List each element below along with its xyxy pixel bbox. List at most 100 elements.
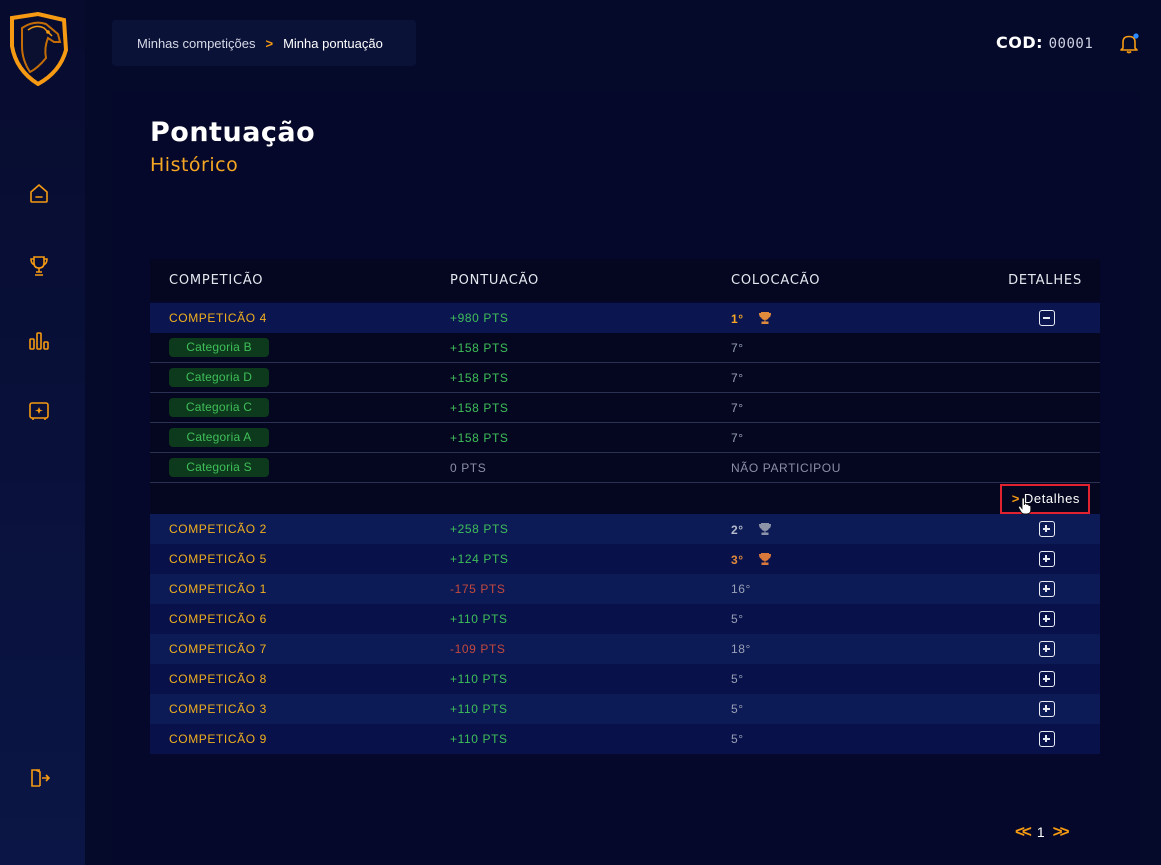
competition-points: +110 PTS [450, 612, 508, 626]
bell-icon[interactable] [1118, 32, 1140, 54]
table-row[interactable]: COMPETICÃO 5 +124 PTS 3° [150, 544, 1100, 574]
competition-name: COMPETICÃO 2 [169, 522, 267, 536]
page-number[interactable]: 1 [1037, 824, 1045, 840]
trophy-icon [758, 522, 772, 536]
placement-value: 3° [731, 552, 744, 567]
hand-cursor-icon [1017, 497, 1033, 515]
user-code: COD: 00001 [996, 33, 1093, 52]
table-row[interactable]: COMPETICÃO 3 +110 PTS 5° [150, 694, 1100, 724]
column-header-competition: COMPETICÃO [169, 272, 264, 288]
chart-icon[interactable] [27, 329, 51, 353]
table-row[interactable]: COMPETICÃO 7 -109 PTS 18° [150, 634, 1100, 664]
placement-value: 1° [731, 311, 744, 326]
competition-placement: 5° [731, 672, 744, 686]
competition-points: +110 PTS [450, 672, 508, 686]
table-header: COMPETICÃO PONTUACÃO COLOCACÃO DETALHES [150, 259, 1100, 301]
collapse-button[interactable] [1038, 310, 1055, 326]
category-badge: Categoria C [169, 398, 269, 417]
competition-placement: 3° [712, 552, 993, 567]
category-badge: Categoria D [169, 368, 269, 387]
category-badge: Categoria B [169, 338, 269, 357]
competition-points: +110 PTS [450, 702, 508, 716]
chevrons-right-icon[interactable]: >> [1053, 822, 1070, 842]
expand-button[interactable] [1038, 551, 1055, 567]
trophy-icon [758, 552, 772, 566]
expand-button[interactable] [1038, 641, 1055, 657]
column-header-points: PONTUACÃO [450, 272, 540, 288]
ticket-icon[interactable] [27, 399, 51, 423]
home-icon[interactable] [27, 181, 51, 205]
score-table: COMPETICÃO PONTUACÃO COLOCACÃO DETALHES … [150, 259, 1100, 754]
competition-name: COMPETICÃO 6 [169, 612, 267, 626]
category-points: +158 PTS [450, 400, 509, 415]
cod-value: 00001 [1048, 36, 1094, 52]
category-points: +158 PTS [450, 430, 509, 445]
column-header-details: DETALHES [1008, 272, 1082, 288]
column-header-placement: COLOCACÃO [731, 272, 821, 288]
category-row: Categoria A +158 PTS 7° [150, 423, 1100, 453]
competition-name: COMPETICÃO 4 [169, 311, 267, 325]
expand-button[interactable] [1038, 731, 1055, 747]
competition-name: COMPETICÃO 5 [169, 552, 267, 566]
category-row: Categoria B +158 PTS 7° [150, 333, 1100, 363]
horse-logo-icon[interactable] [8, 11, 70, 87]
competition-points: +110 PTS [450, 732, 508, 746]
competition-placement: 2° [712, 522, 993, 537]
page-title: Pontuação [150, 117, 316, 148]
category-points: +158 PTS [450, 340, 509, 355]
chevrons-left-icon[interactable]: << [1015, 822, 1032, 842]
table-row[interactable]: COMPETICÃO 8 +110 PTS 5° [150, 664, 1100, 694]
competition-points: +258 PTS [450, 522, 509, 536]
expand-button[interactable] [1038, 671, 1055, 687]
category-badge: Categoria S [169, 458, 269, 477]
expand-button[interactable] [1038, 521, 1055, 537]
competition-name: COMPETICÃO 3 [169, 702, 267, 716]
trophy-icon [758, 311, 772, 325]
category-points: +158 PTS [450, 370, 509, 385]
category-placement: 7° [731, 400, 744, 415]
category-badge: Categoria A [169, 428, 269, 447]
table-row[interactable]: COMPETICÃO 1 -175 PTS 16° [150, 574, 1100, 604]
category-row: Categoria C +158 PTS 7° [150, 393, 1100, 423]
trophy-icon[interactable] [27, 254, 51, 278]
logout-icon[interactable] [27, 766, 51, 790]
breadcrumb-current: Minha pontuação [283, 35, 383, 51]
cod-label: COD: [996, 33, 1044, 52]
competition-name: COMPETICÃO 9 [169, 732, 267, 746]
sidebar [0, 0, 85, 865]
expand-button[interactable] [1038, 701, 1055, 717]
expand-button[interactable] [1038, 611, 1055, 627]
competition-points: +980 PTS [450, 311, 509, 325]
placement-value: 2° [731, 522, 744, 537]
competition-placement: 18° [731, 642, 751, 656]
table-row[interactable]: COMPETICÃO 9 +110 PTS 5° [150, 724, 1100, 754]
competition-placement: 16° [731, 582, 751, 596]
table-row[interactable]: COMPETICÃO 4 +980 PTS 1° [150, 303, 1100, 333]
breadcrumb: Minhas competições > Minha pontuação [112, 20, 416, 66]
table-row[interactable]: COMPETICÃO 2 +258 PTS 2° [150, 514, 1100, 544]
chevron-right-icon: > [265, 35, 274, 51]
details-link[interactable]: > Detalhes [999, 483, 1090, 514]
table-row[interactable]: COMPETICÃO 6 +110 PTS 5° [150, 604, 1100, 634]
page-subtitle: Histórico [150, 154, 239, 176]
breadcrumb-parent[interactable]: Minhas competições [137, 36, 256, 51]
competition-name: COMPETICÃO 1 [169, 582, 267, 596]
category-placement: 7° [731, 340, 744, 355]
details-row: > Detalhes [150, 483, 1100, 514]
category-placement: 7° [731, 370, 744, 385]
category-points: 0 PTS [450, 460, 487, 475]
competition-placement: 5° [731, 732, 744, 746]
expand-button[interactable] [1038, 581, 1055, 597]
category-placement: 7° [731, 430, 744, 445]
category-row: Categoria D +158 PTS 7° [150, 363, 1100, 393]
competition-name: COMPETICÃO 7 [169, 642, 267, 656]
competition-placement: 5° [731, 702, 744, 716]
pagination: << 1 >> [1015, 822, 1070, 842]
competition-points: -175 PTS [450, 582, 506, 596]
category-row: Categoria S 0 PTS NÃO PARTICIPOU [150, 453, 1100, 483]
competition-name: COMPETICÃO 8 [169, 672, 267, 686]
competition-placement: 5° [731, 612, 744, 626]
competition-points: -109 PTS [450, 642, 506, 656]
competition-placement: 1° [712, 311, 993, 326]
category-placement: NÃO PARTICIPOU [731, 460, 841, 475]
